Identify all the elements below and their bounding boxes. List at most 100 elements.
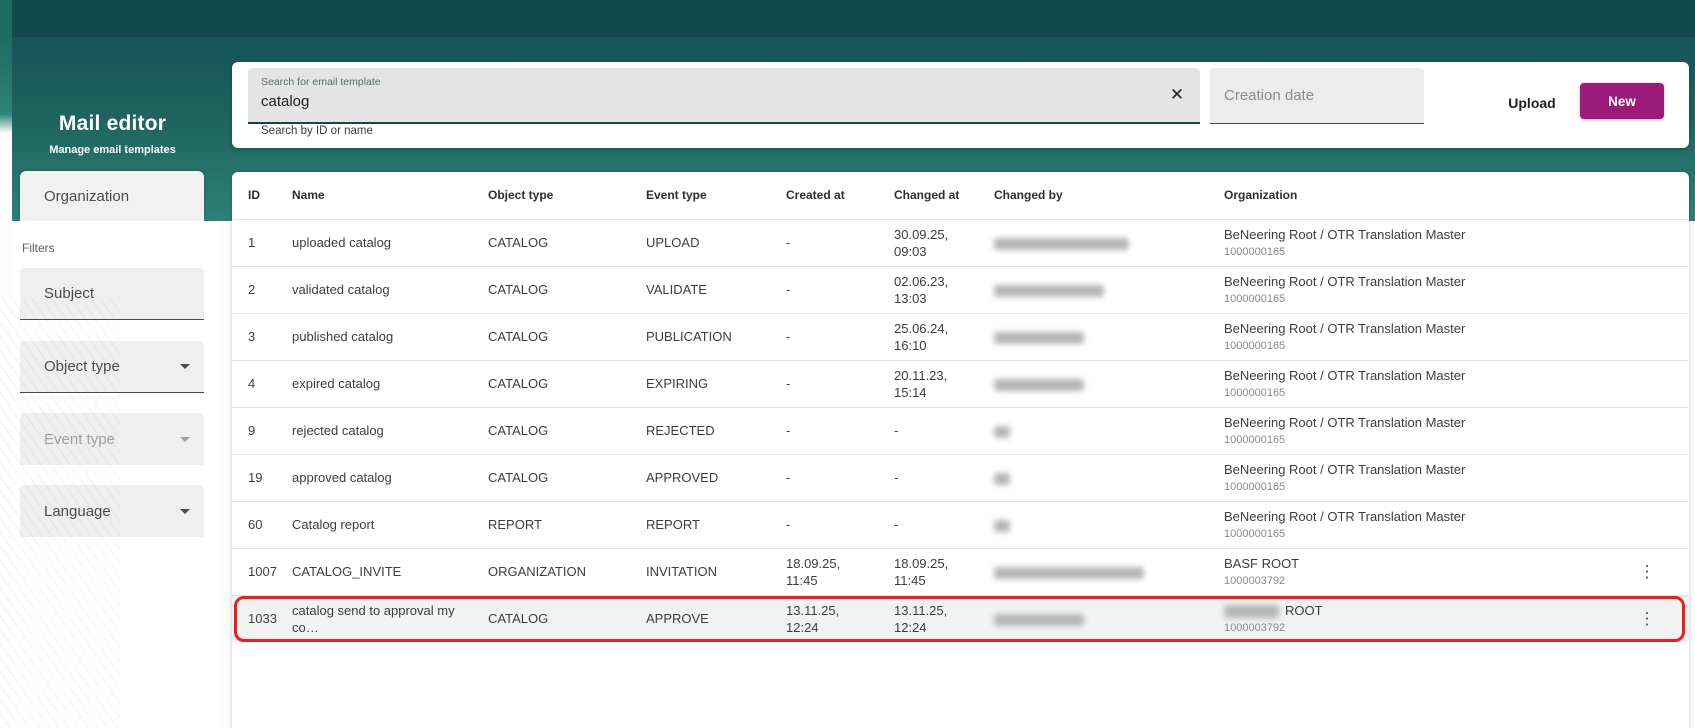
row-menu-icon[interactable]: ⋮: [1633, 605, 1661, 633]
cell-event-type: UPLOAD: [646, 235, 700, 251]
cell-changed-at: -: [894, 423, 899, 439]
cell-event-type: APPROVE: [646, 611, 709, 627]
cell-id: 1033: [248, 611, 277, 627]
cell-name: approved catalog: [292, 470, 392, 486]
cell-name: validated catalog: [292, 282, 390, 298]
cell-changed-by: [994, 469, 1224, 486]
table-row[interactable]: 60 Catalog report REPORT REPORT - - BeNeering …: [232, 501, 1689, 548]
object-type-filter-select[interactable]: Object type: [20, 341, 204, 393]
redacted-text: [994, 519, 1010, 532]
cell-event-type: INVITATION: [646, 564, 718, 580]
row-menu-icon[interactable]: ⋮: [1633, 558, 1661, 586]
table-row[interactable]: 19 approved catalog CATALOG APPROVED - - BeNee…: [232, 454, 1689, 501]
search-input-label: Search for email template: [261, 76, 381, 88]
chevron-down-icon: [180, 436, 190, 442]
cell-changed-by: [994, 422, 1224, 439]
organization-name: BeNeering Root / OTR Translation Master: [1224, 227, 1466, 243]
table-row[interactable]: 1 uploaded catalog CATALOG UPLOAD - 30.09.25,…: [232, 219, 1689, 266]
clear-search-button[interactable]: ✕: [1166, 84, 1188, 106]
cell-changed-at: -: [894, 517, 899, 533]
redacted-text: [994, 566, 1144, 579]
subject-filter-input[interactable]: Subject: [20, 268, 204, 320]
cell-organization: BeNeering Root / OTR Translation Master 1…: [1224, 508, 1633, 542]
new-button[interactable]: New: [1580, 83, 1664, 119]
cell-name: expired catalog: [292, 376, 381, 392]
language-filter-select[interactable]: Language: [20, 485, 204, 537]
cell-object-type: CATALOG: [488, 423, 549, 439]
organization-code: 1000003792: [1224, 622, 1286, 635]
cell-name: catalog send to approval my co…: [292, 602, 455, 635]
creation-date-input[interactable]: Creation date: [1210, 68, 1424, 124]
cell-event-type: REPORT: [646, 517, 700, 533]
table-row[interactable]: 1033 catalog send to approval my co… CATAL…: [232, 595, 1689, 642]
cell-id: 19: [248, 470, 263, 486]
cell-object-type: CATALOG: [488, 235, 549, 251]
organization-code: 1000000165: [1224, 340, 1286, 353]
cell-object-type: REPORT: [488, 517, 542, 533]
cell-organization: BeNeering Root / OTR Translation Master 1…: [1224, 320, 1633, 354]
event-type-filter-label: Event type: [44, 430, 115, 448]
cell-name: rejected catalog: [292, 423, 384, 439]
column-header-name: Name: [292, 187, 325, 202]
cell-created-at: -: [786, 282, 791, 298]
organization-code: 1000000165: [1224, 387, 1286, 400]
cell-event-type: EXPIRING: [646, 376, 709, 392]
organization-code: 1000000165: [1224, 246, 1286, 259]
chevron-down-icon: [180, 364, 190, 369]
language-filter-label: Language: [44, 502, 111, 520]
organization-name: BeNeering Root / OTR Translation Master: [1224, 321, 1466, 337]
organization-tab-label: Organization: [44, 187, 130, 205]
table-row[interactable]: 9 rejected catalog CATALOG REJECTED - - BeNeer…: [232, 407, 1689, 454]
search-input[interactable]: Search for email template catalog ✕: [248, 68, 1200, 124]
cell-event-type: APPROVED: [646, 470, 719, 486]
cell-changed-at: 18.09.25, 11:45: [894, 555, 949, 588]
redacted-text: [994, 378, 1084, 391]
upload-button[interactable]: Upload: [1484, 84, 1580, 122]
table-row[interactable]: 4 expired catalog CATALOG EXPIRING - 20.11.23…: [232, 360, 1689, 407]
cell-object-type: CATALOG: [488, 376, 549, 392]
creation-date-placeholder: Creation date: [1224, 87, 1315, 104]
organization-name: BeNeering Root / OTR Translation Master: [1224, 274, 1466, 290]
organization-name: BASF ROOT: [1224, 556, 1300, 572]
cell-organization: BASF ROOT 1000003792: [1224, 555, 1633, 589]
event-type-filter-select[interactable]: Event type: [20, 413, 204, 465]
column-header-created-at: Created at: [786, 187, 845, 202]
cell-created-at: -: [786, 376, 791, 392]
search-toolbar-card: Search for email template catalog ✕ Sear…: [232, 62, 1689, 148]
organization-code: 1000000165: [1224, 293, 1286, 306]
table-row[interactable]: 2 validated catalog CATALOG VALIDATE - 02.06.…: [232, 266, 1689, 313]
cell-name: Catalog report: [292, 517, 375, 533]
redacted-text: [994, 284, 1104, 297]
left-accent-strip: [0, 37, 12, 133]
redacted-text: [994, 472, 1010, 485]
sidebar-tab-organization[interactable]: Organization: [20, 171, 204, 221]
templates-table-card: ID Name Object type Event type Created a…: [232, 172, 1689, 728]
cell-changed-at: 25.06.24, 16:10: [894, 320, 949, 353]
cell-object-type: CATALOG: [488, 282, 549, 298]
cell-name: uploaded catalog: [292, 235, 392, 251]
cell-created-at: -: [786, 235, 791, 251]
cell-changed-by: [994, 328, 1224, 345]
organization-name: BeNeering Root / OTR Translation Master: [1224, 462, 1466, 478]
cell-organization: ROOT 1000003792: [1224, 602, 1633, 636]
cell-changed-at: 13.11.25, 12:24: [894, 602, 948, 635]
cell-created-at: -: [786, 517, 791, 533]
table-row[interactable]: 3 published catalog CATALOG PUBLICATION - 25.…: [232, 313, 1689, 360]
cell-created-at: -: [786, 470, 791, 486]
redacted-text: [994, 237, 1129, 250]
table-body: 1 uploaded catalog CATALOG UPLOAD - 30.09.25,…: [232, 219, 1689, 642]
redacted-text: [994, 425, 1010, 438]
cell-object-type: ORGANIZATION: [488, 564, 586, 580]
cell-event-type: PUBLICATION: [646, 329, 732, 345]
cell-organization: BeNeering Root / OTR Translation Master 1…: [1224, 273, 1633, 307]
organization-name: BeNeering Root / OTR Translation Master: [1224, 368, 1466, 384]
cell-created-at: -: [786, 329, 791, 345]
redacted-text: [994, 331, 1084, 344]
subject-filter-label: Subject: [44, 285, 95, 302]
organization-name: BeNeering Root / OTR Translation Master: [1224, 509, 1466, 525]
cell-name: published catalog: [292, 329, 394, 345]
cell-id: 1: [248, 235, 256, 251]
table-row[interactable]: 1007 CATALOG_INVITE ORGANIZATION INVITATION…: [232, 548, 1689, 595]
search-input-value: catalog: [261, 93, 310, 110]
chevron-down-icon: [180, 508, 190, 514]
